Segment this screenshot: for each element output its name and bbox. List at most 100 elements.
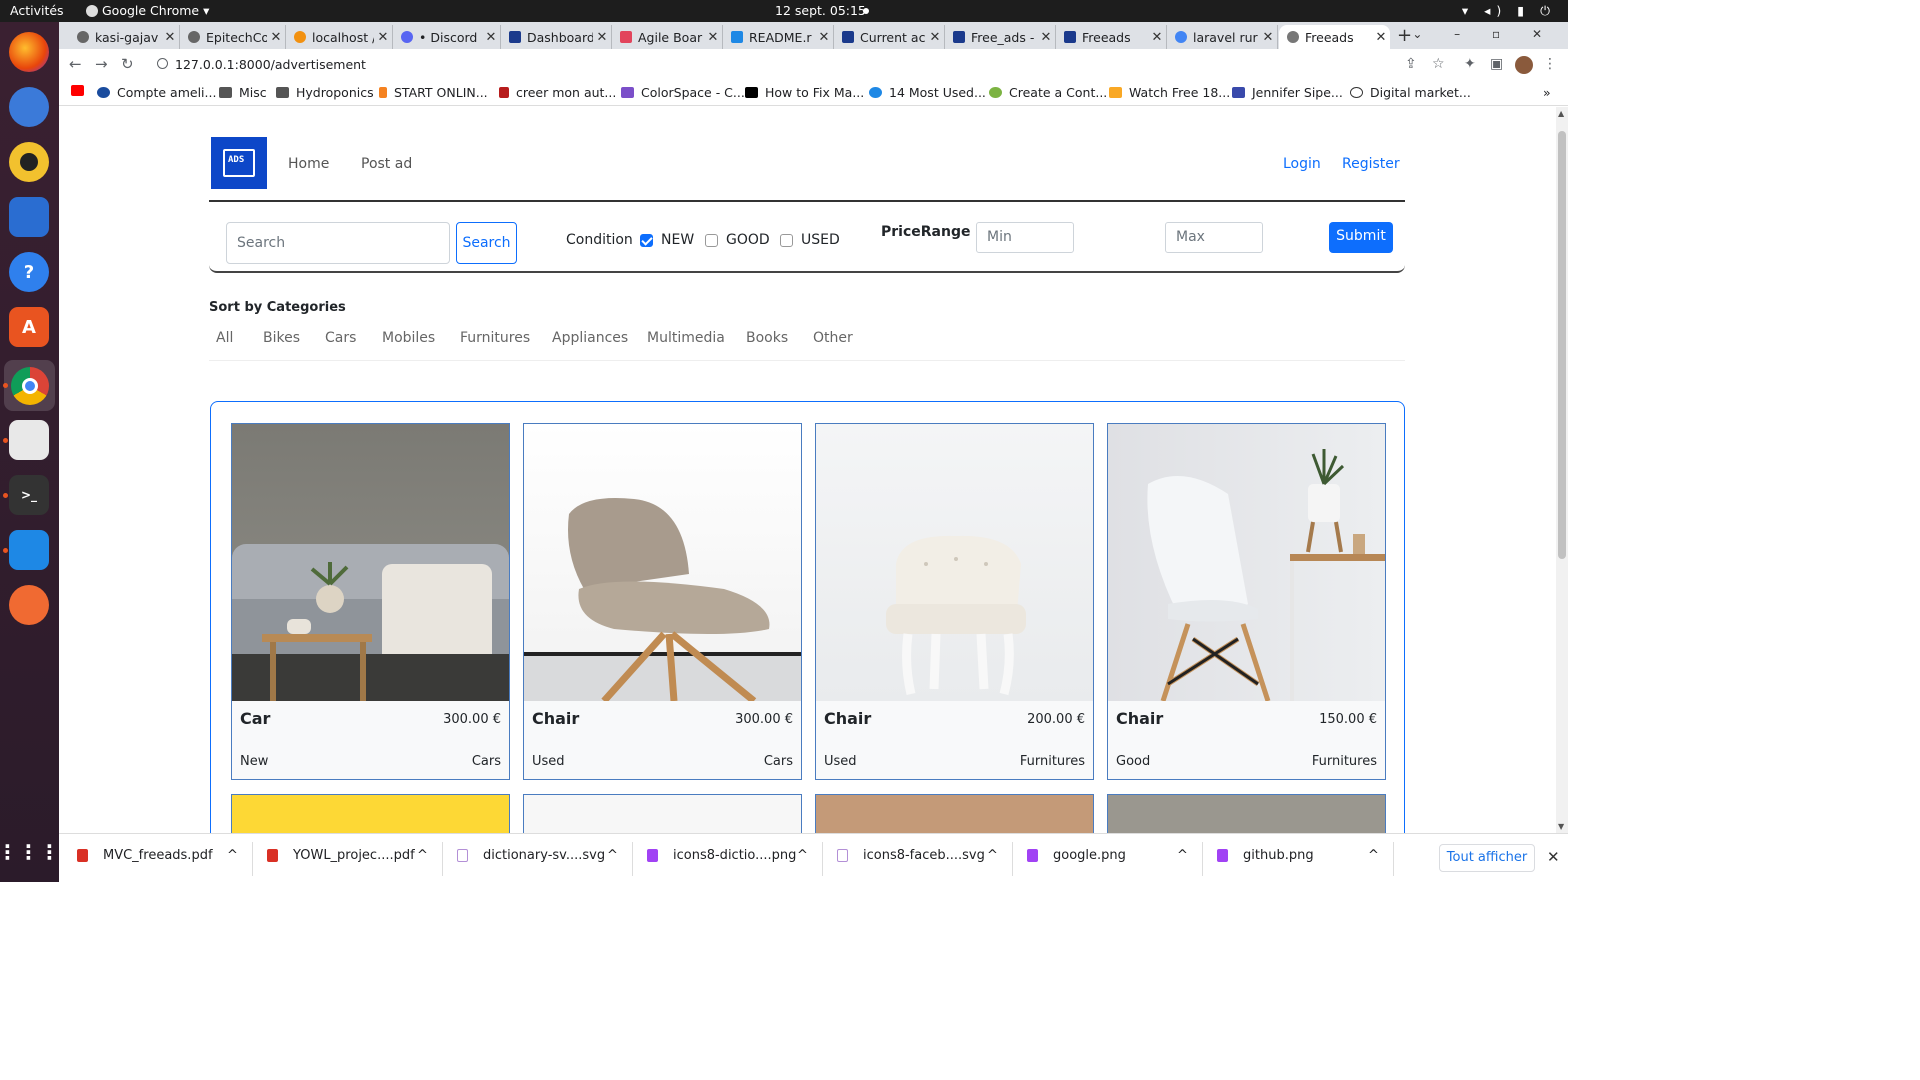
back-icon[interactable]: ←	[69, 55, 82, 73]
tab[interactable]: kasi-gajav ✕	[69, 25, 180, 49]
category-mobiles[interactable]: Mobiles	[382, 330, 435, 346]
download-item[interactable]: dictionary-sv....svg	[457, 848, 605, 863]
category-books[interactable]: Books	[746, 330, 788, 346]
vscode-icon[interactable]	[9, 530, 49, 570]
download-item[interactable]: icons8-dictio....png	[647, 848, 796, 863]
category-furnitures[interactable]: Furnitures	[460, 330, 530, 346]
chevron-up-icon[interactable]: ^	[987, 848, 998, 863]
share-icon[interactable]: ⇪	[1405, 56, 1417, 72]
close-icon[interactable]: ✕	[926, 30, 944, 45]
chevron-up-icon[interactable]: ^	[607, 848, 618, 863]
checkbox-checked[interactable]	[640, 233, 653, 247]
bookmark-item[interactable]: Digital market...	[1350, 85, 1471, 100]
chrome-dock-icon[interactable]	[4, 360, 55, 411]
bookmark-item[interactable]: Create a Cont...	[989, 85, 1107, 100]
tab[interactable]: Current ac ✕	[834, 25, 945, 49]
scroll-down-icon[interactable]: ▼	[1558, 822, 1564, 831]
nav-home[interactable]: Home	[288, 156, 329, 172]
search-input[interactable]: Search	[226, 222, 450, 264]
address-bar[interactable]: 127.0.0.1:8000/advertisement	[147, 52, 1477, 78]
condition-good-checkbox[interactable]: GOOD	[705, 232, 770, 248]
close-icon[interactable]: ✕	[593, 30, 611, 45]
bookmark-item[interactable]: Watch Free 18...	[1109, 85, 1230, 100]
tab[interactable]: Dashboard ✕	[501, 25, 612, 49]
postman-icon[interactable]	[9, 585, 49, 625]
scroll-thumb[interactable]	[1558, 131, 1566, 559]
ad-card-partial[interactable]	[523, 794, 802, 833]
tab[interactable]: localhost / ✕	[286, 25, 393, 49]
download-item[interactable]: google.png	[1027, 848, 1126, 863]
condition-new-checkbox[interactable]: NEW	[640, 232, 694, 248]
thunderbird-icon[interactable]	[9, 87, 49, 127]
tab[interactable]: • Discord | ✕	[393, 25, 501, 49]
activities-button[interactable]: Activités	[10, 3, 64, 18]
bookmark-item[interactable]: 14 Most Used...	[869, 85, 986, 100]
close-icon[interactable]: ✕	[704, 30, 722, 45]
firefox-icon[interactable]	[9, 32, 49, 72]
ad-card-partial[interactable]	[231, 794, 510, 833]
ad-card-partial[interactable]	[815, 794, 1094, 833]
ad-card[interactable]: Chair 150.00 € Good Furnitures	[1107, 423, 1386, 780]
chevron-up-icon[interactable]: ^	[1368, 848, 1379, 863]
reload-icon[interactable]: ↻	[121, 55, 134, 73]
ad-title[interactable]: Chair	[532, 709, 579, 728]
software-center-icon[interactable]: A	[9, 307, 49, 347]
download-item[interactable]: MVC_freeads.pdf	[77, 848, 213, 863]
bookmark-item[interactable]: creer mon aut...	[499, 85, 616, 100]
ad-image[interactable]	[232, 424, 509, 701]
category-appliances[interactable]: Appliances	[552, 330, 628, 346]
close-icon[interactable]: ✕	[1547, 848, 1560, 866]
ad-title[interactable]: Chair	[1116, 709, 1163, 728]
download-item[interactable]: icons8-faceb....svg	[837, 848, 985, 863]
help-icon[interactable]: ?	[9, 252, 49, 292]
nav-login[interactable]: Login	[1283, 156, 1321, 172]
rhythmbox-icon[interactable]	[9, 142, 49, 182]
download-item[interactable]: github.png	[1217, 848, 1314, 863]
show-all-downloads-button[interactable]: Tout afficher	[1439, 844, 1535, 872]
tab[interactable]: Agile Boar ✕	[612, 25, 723, 49]
new-tab-button[interactable]: +	[1397, 25, 1412, 46]
ad-image[interactable]	[816, 424, 1093, 701]
tab[interactable]: laravel rur ✕	[1167, 25, 1278, 49]
bookmark-item[interactable]: Compte ameli...	[97, 85, 216, 100]
price-min-input[interactable]: Min	[976, 222, 1074, 253]
bookmark-item[interactable]: START ONLIN...	[379, 85, 488, 100]
close-icon[interactable]: ✕	[161, 30, 179, 45]
page-scrollbar[interactable]: ▲ ▼	[1556, 107, 1568, 833]
ad-card[interactable]: Chair 300.00 € Used Cars	[523, 423, 802, 780]
bookmark-folder[interactable]: Misc	[219, 85, 267, 100]
star-icon[interactable]: ☆	[1432, 56, 1445, 72]
category-bikes[interactable]: Bikes	[263, 330, 300, 346]
category-all[interactable]: All	[216, 330, 233, 346]
terminal-icon[interactable]: >_	[9, 475, 49, 515]
nav-register[interactable]: Register	[1342, 156, 1400, 172]
forward-icon[interactable]: →	[95, 55, 108, 73]
close-icon[interactable]: ✕	[482, 30, 500, 45]
chevron-up-icon[interactable]: ^	[227, 848, 238, 863]
download-item[interactable]: YOWL_projec....pdf	[267, 848, 415, 863]
bookmark-folder[interactable]: Hydroponics	[276, 85, 374, 100]
category-other[interactable]: Other	[813, 330, 853, 346]
close-icon[interactable]: ✕	[374, 30, 392, 45]
chevron-up-icon[interactable]: ^	[1177, 848, 1188, 863]
ad-image[interactable]	[1108, 424, 1385, 701]
category-cars[interactable]: Cars	[325, 330, 356, 346]
close-icon[interactable]: ✕	[1372, 30, 1390, 45]
avatar[interactable]	[1515, 56, 1533, 74]
side-panel-icon[interactable]: ▣	[1490, 56, 1503, 72]
checkbox[interactable]	[705, 233, 718, 247]
files-icon[interactable]	[9, 420, 49, 460]
chevron-up-icon[interactable]: ^	[797, 848, 808, 863]
tab[interactable]: Free_ads - ✕	[945, 25, 1056, 49]
ad-title[interactable]: Car	[240, 709, 270, 728]
site-logo[interactable]: ADS	[211, 137, 267, 189]
bookmark-item[interactable]: ColorSpace - C...	[621, 85, 745, 100]
tab[interactable]: README.r ✕	[723, 25, 834, 49]
chevron-up-icon[interactable]: ^	[417, 848, 428, 863]
checkbox[interactable]	[780, 233, 793, 247]
menu-icon[interactable]: ⋮	[1543, 56, 1557, 72]
window-controls[interactable]: ⌄ – ▫ ✕	[1412, 27, 1556, 41]
close-icon[interactable]: ✕	[267, 30, 285, 45]
condition-used-checkbox[interactable]: USED	[780, 232, 840, 248]
scroll-up-icon[interactable]: ▲	[1558, 109, 1564, 118]
